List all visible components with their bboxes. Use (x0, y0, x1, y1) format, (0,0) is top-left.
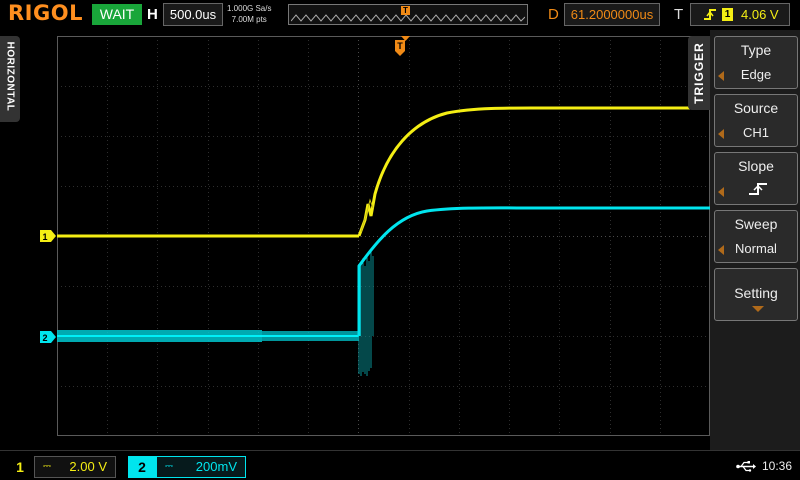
usb-icon (736, 461, 756, 472)
ch1-scale-box[interactable]: 1 ⎓ 2.00 V (6, 456, 116, 478)
horizontal-tab-label: HORIZONTAL (4, 41, 16, 112)
ch1-number: 1 (16, 459, 24, 475)
rising-edge-icon (749, 183, 767, 195)
waveform-display[interactable]: T (57, 36, 710, 436)
brand-logo: RIGOL (8, 1, 83, 25)
ch1-trace (57, 106, 710, 238)
svg-text:2: 2 (42, 333, 47, 343)
clock: 10:36 (762, 459, 793, 473)
horizontal-tab[interactable]: HORIZONTAL (0, 36, 20, 122)
trigger-menu: Type Edge Source CH1 Slope Sweep Normal … (710, 30, 800, 450)
trigger-status[interactable]: 1 4.06 V (690, 3, 790, 26)
sample-info: 1.000G Sa/s 7.00M pts (227, 3, 271, 25)
sample-rate: 1.000G Sa/s (227, 4, 272, 13)
ch2-trace (57, 206, 710, 376)
delay-value[interactable]: 61.2000000us (564, 3, 660, 26)
ch2-scale-box[interactable]: 2 ⎓ 200mV (128, 456, 246, 478)
channel-bar: 1 ⎓ 2.00 V 2 ⎓ 200mV 10:36 (0, 450, 800, 480)
menu-slope-title: Slope (738, 158, 774, 174)
ch1-scale: ⎓ 2.00 V (34, 456, 116, 478)
trigger-level: 4.06 V (741, 7, 779, 22)
menu-sweep-button[interactable]: Sweep Normal (714, 210, 798, 263)
trigger-time-marker[interactable]: T (395, 40, 405, 56)
horizontal-label: H (147, 6, 158, 23)
waveform-svg: T (57, 36, 710, 436)
ch2-marker[interactable]: 2 (40, 331, 56, 343)
chevron-down-icon (752, 306, 764, 312)
menu-sweep-title: Sweep (734, 216, 778, 232)
ch1-scale-value: 2.00 V (69, 459, 107, 474)
rising-edge-icon (704, 9, 716, 20)
menu-slope-button[interactable]: Slope (714, 152, 798, 205)
svg-text:T: T (397, 41, 403, 51)
trigger-tab-label: TRIGGER (692, 42, 706, 104)
menu-source-value: CH1 (742, 125, 769, 140)
ch2-scale: ⎓ 200mV (156, 456, 246, 478)
menu-source-title: Source (733, 100, 779, 116)
menu-setting-button[interactable]: Setting (714, 268, 798, 321)
run-status-badge[interactable]: WAIT (92, 4, 142, 25)
svg-text:1: 1 (42, 232, 47, 242)
menu-sweep-value: Normal (735, 241, 777, 256)
delay-label: D (548, 6, 559, 23)
timebase-value[interactable]: 500.0us (163, 3, 223, 26)
ch2-rise (357, 206, 710, 336)
dc-coupling-icon: ⎓ (165, 461, 173, 472)
ch2-number: 2 (128, 456, 156, 478)
trigger-position-marker: T (401, 6, 410, 15)
memory-position-bar[interactable]: T (288, 4, 528, 25)
chevron-left-icon (718, 187, 724, 197)
dc-coupling-icon: ⎓ (43, 461, 51, 472)
memory-depth: 7.00M pts (231, 15, 267, 24)
menu-type-button[interactable]: Type Edge (714, 36, 798, 89)
trigger-tab[interactable]: TRIGGER (688, 36, 710, 110)
menu-type-title: Type (740, 42, 772, 58)
menu-source-button[interactable]: Source CH1 (714, 94, 798, 147)
menu-type-value: Edge (740, 67, 772, 82)
trigger-label: T (674, 6, 684, 23)
ch2-scale-value: 200mV (195, 459, 237, 474)
ch2-edge-jitter (358, 250, 374, 376)
menu-setting-title: Setting (734, 285, 778, 301)
status-bar: RIGOL WAIT H 500.0us 1.000G Sa/s 7.00M p… (0, 0, 800, 30)
ch1-marker[interactable]: 1 (40, 230, 56, 242)
trigger-channel-badge: 1 (722, 8, 733, 21)
